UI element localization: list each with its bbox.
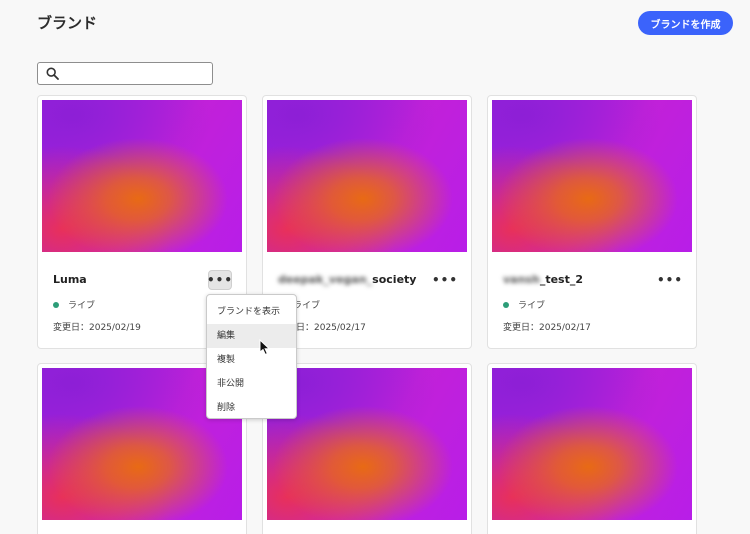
- brand-name: vansh_test_2: [503, 273, 583, 286]
- brand-thumbnail: [267, 368, 467, 520]
- search-input[interactable]: [64, 65, 208, 82]
- brand-thumbnail: [492, 368, 692, 520]
- status-badge: ライブ: [53, 298, 95, 311]
- more-icon: •••: [207, 273, 234, 287]
- status-badge: ライブ: [503, 298, 545, 311]
- search-field[interactable]: [37, 62, 213, 85]
- brand-card[interactable]: [487, 363, 697, 534]
- status-dot: [503, 301, 509, 308]
- modified-date: 変更日：2025/02/19: [53, 323, 141, 333]
- brand-name: deepak_vegan_society: [278, 273, 417, 286]
- menu-item-delete[interactable]: 削除: [207, 396, 296, 420]
- context-menu: ブランドを表示 編集 複製 非公開 削除: [206, 294, 297, 419]
- menu-item-duplicate[interactable]: 複製: [207, 348, 296, 372]
- menu-item-view-brand[interactable]: ブランドを表示: [207, 300, 296, 324]
- brand-thumbnail: [492, 100, 692, 252]
- modified-date: 変更日：2025/02/17: [503, 323, 591, 333]
- brand-name: Luma: [53, 273, 87, 286]
- brand-thumbnail: [267, 100, 467, 252]
- mouse-pointer-icon: [259, 339, 271, 356]
- more-actions-button[interactable]: •••: [207, 270, 234, 290]
- brand-card[interactable]: vansh_test_2 ••• ライブ 変更日：2025/02/17: [487, 95, 697, 349]
- more-actions-button[interactable]: •••: [432, 270, 459, 290]
- more-icon: •••: [432, 273, 459, 287]
- status-dot: [53, 301, 59, 308]
- menu-item-edit[interactable]: 編集: [207, 324, 296, 348]
- search-icon: [46, 67, 59, 80]
- menu-item-unpublish[interactable]: 非公開: [207, 372, 296, 396]
- more-icon: •••: [657, 273, 684, 287]
- more-actions-button[interactable]: •••: [657, 270, 684, 290]
- brand-thumbnail: [42, 100, 242, 252]
- create-brand-button[interactable]: ブランドを作成: [638, 11, 733, 35]
- page-title: ブランド: [37, 14, 98, 32]
